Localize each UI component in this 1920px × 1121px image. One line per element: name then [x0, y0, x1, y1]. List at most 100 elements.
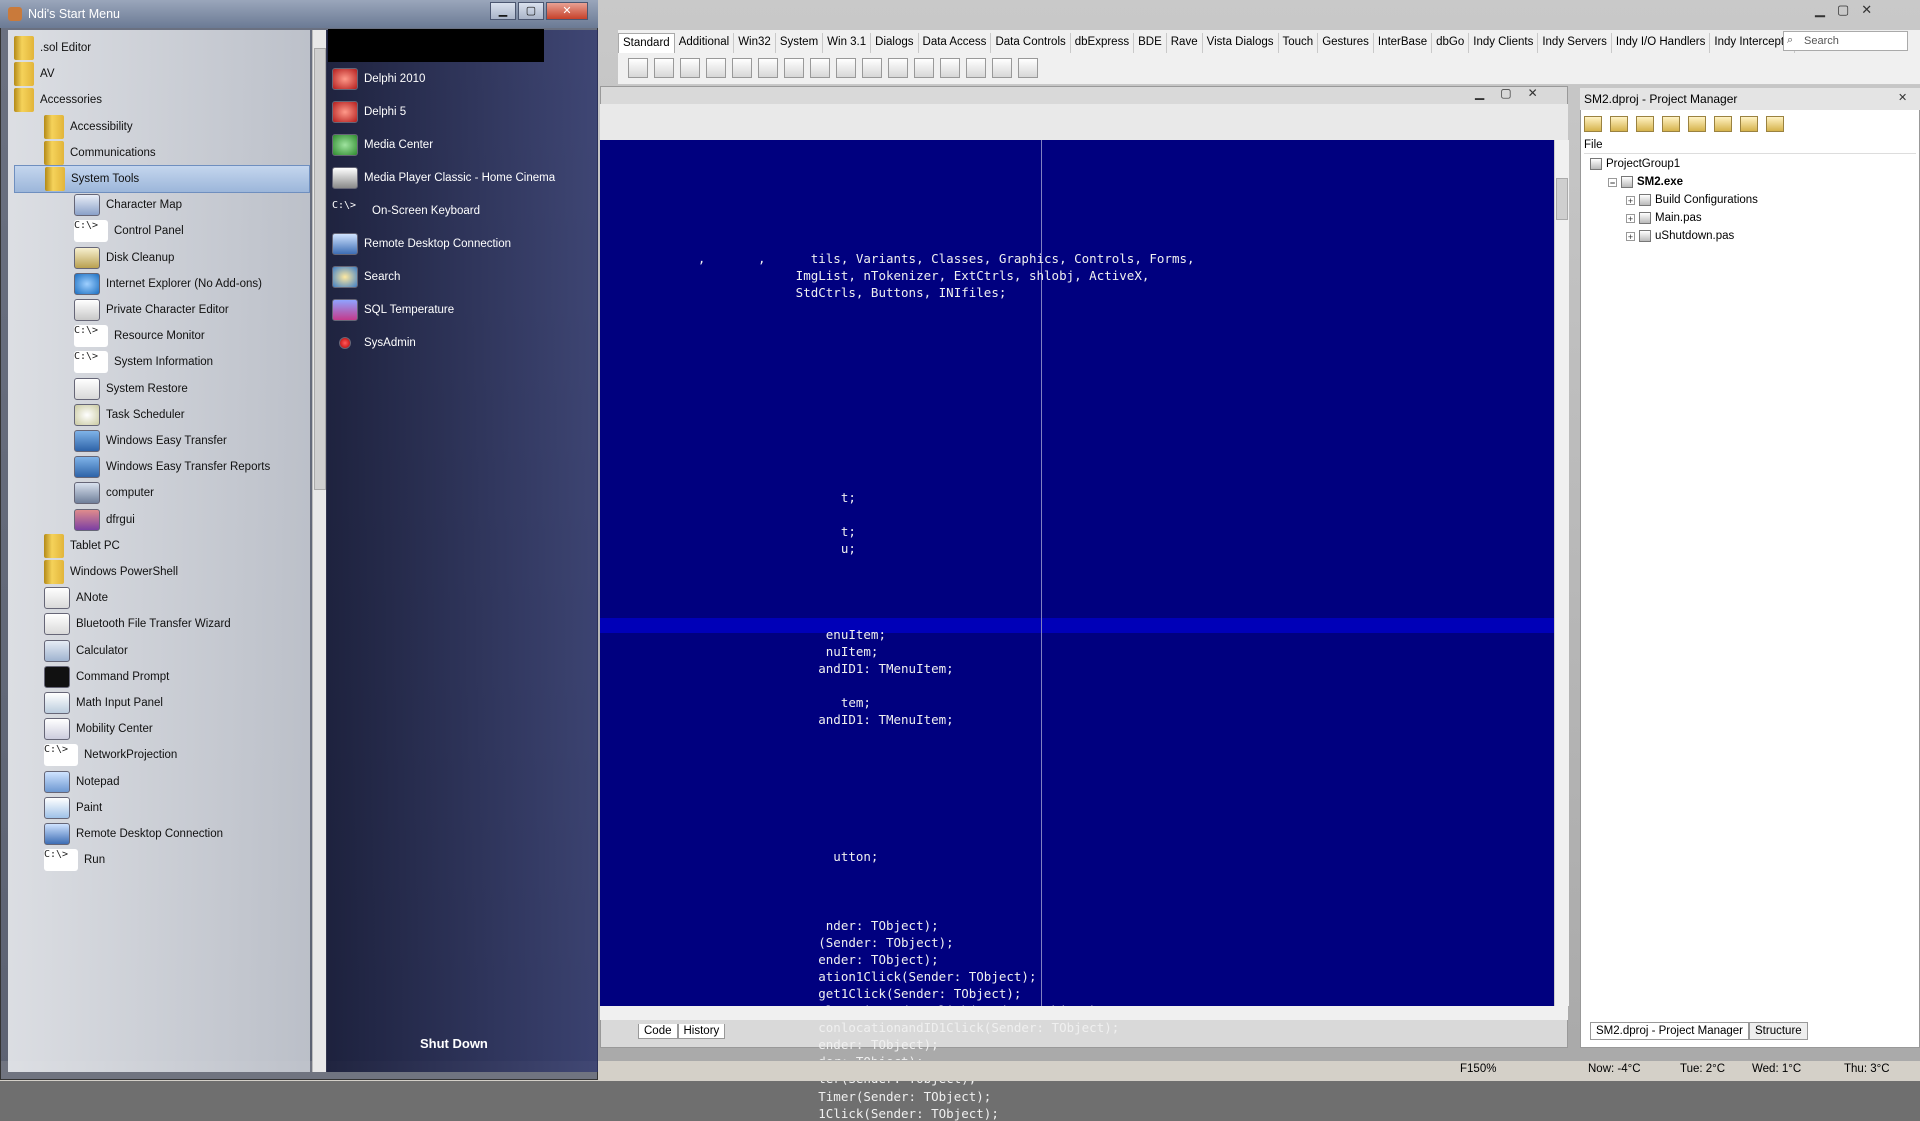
- program-item[interactable]: ANote: [44, 584, 108, 612]
- palette-tab[interactable]: System: [776, 33, 824, 53]
- program-item[interactable]: Bluetooth File Transfer Wizard: [44, 610, 231, 638]
- program-item[interactable]: Paint: [44, 794, 102, 822]
- program-item[interactable]: Remote Desktop Connection: [44, 820, 223, 848]
- maximize-icon[interactable]: ▢: [1837, 2, 1849, 18]
- program-item[interactable]: computer: [74, 479, 154, 507]
- component-icon[interactable]: [992, 58, 1012, 78]
- pinned-program-item[interactable]: SQL Temperature: [332, 297, 454, 323]
- expand-icon[interactable]: +: [1626, 231, 1635, 241]
- program-item[interactable]: Disk Cleanup: [74, 244, 174, 272]
- shut-down-button[interactable]: Shut Down: [420, 1036, 488, 1051]
- maximize-button[interactable]: ▢: [518, 2, 544, 20]
- pinned-program-item[interactable]: Media Player Classic - Home Cinema: [332, 165, 555, 191]
- program-item[interactable]: Math Input Panel: [44, 689, 163, 717]
- palette-tab[interactable]: dbGo: [1432, 33, 1470, 53]
- program-item[interactable]: Private Character Editor: [74, 296, 229, 324]
- palette-search-input[interactable]: Search: [1783, 31, 1908, 51]
- program-item[interactable]: Notepad: [44, 768, 119, 796]
- program-item[interactable]: System Restore: [74, 375, 188, 403]
- palette-tab[interactable]: Standard: [618, 33, 675, 53]
- ide-window-controls[interactable]: ▁ ▢ ✕: [1815, 2, 1872, 18]
- palette-tab[interactable]: Vista Dialogs: [1203, 33, 1279, 53]
- program-item[interactable]: Character Map: [74, 191, 182, 219]
- tree-node[interactable]: + uShutdown.pas: [1626, 230, 1734, 242]
- component-icon[interactable]: [680, 58, 700, 78]
- palette-tab[interactable]: Additional: [675, 33, 735, 53]
- program-item[interactable]: C:\> NetworkProjection: [44, 741, 177, 769]
- pinned-program-item[interactable]: SysAdmin: [332, 330, 416, 356]
- expand-icon[interactable]: −: [1608, 177, 1617, 187]
- tree-node[interactable]: − SM2.exe: [1608, 176, 1683, 188]
- editor-tab-code[interactable]: Code: [638, 1024, 678, 1039]
- program-item[interactable]: Windows PowerShell: [44, 558, 178, 586]
- remove-icon[interactable]: [1636, 116, 1654, 132]
- program-item[interactable]: Calculator: [44, 637, 128, 665]
- close-icon[interactable]: ✕: [1861, 2, 1872, 18]
- collapse-icon[interactable]: [1740, 116, 1758, 132]
- palette-tab[interactable]: Indy Clients: [1469, 33, 1539, 53]
- tree-node[interactable]: + Main.pas: [1626, 212, 1702, 224]
- palette-tab[interactable]: Data Access: [919, 33, 992, 53]
- palette-tab[interactable]: Touch: [1279, 33, 1319, 53]
- palette-tab[interactable]: InterBase: [1374, 33, 1433, 53]
- program-item[interactable]: Accessibility: [44, 113, 133, 141]
- component-icon[interactable]: [784, 58, 804, 78]
- palette-tab[interactable]: Dialogs: [871, 33, 919, 53]
- component-icon[interactable]: [914, 58, 934, 78]
- program-item[interactable]: Command Prompt: [44, 663, 169, 691]
- program-item[interactable]: C:\> System Information: [74, 348, 213, 376]
- program-item[interactable]: Windows Easy Transfer Reports: [74, 453, 270, 481]
- pinned-program-item[interactable]: Delphi 5: [332, 99, 406, 125]
- editor-vertical-scrollbar[interactable]: [1554, 140, 1569, 1006]
- minimize-icon[interactable]: ▁: [1475, 86, 1484, 100]
- pinned-program-item[interactable]: Remote Desktop Connection: [332, 231, 511, 257]
- component-icon[interactable]: [888, 58, 908, 78]
- close-icon[interactable]: ✕: [1528, 86, 1538, 100]
- component-icon[interactable]: [654, 58, 674, 78]
- palette-tab[interactable]: Data Controls: [991, 33, 1071, 53]
- pinned-program-item[interactable]: Media Center: [332, 132, 433, 158]
- component-icon[interactable]: [628, 58, 648, 78]
- palette-tab[interactable]: Indy I/O Handlers: [1612, 33, 1711, 53]
- program-item[interactable]: C:\> Run: [44, 846, 105, 874]
- palette-tab[interactable]: Win 3.1: [823, 33, 872, 53]
- palette-tab[interactable]: BDE: [1134, 33, 1167, 53]
- component-icon[interactable]: [836, 58, 856, 78]
- program-item[interactable]: Windows Easy Transfer: [74, 427, 227, 455]
- palette-tab[interactable]: dbExpress: [1071, 33, 1135, 53]
- expand-icon[interactable]: +: [1626, 195, 1635, 205]
- view-icon[interactable]: [1766, 116, 1784, 132]
- expand-icon[interactable]: [1714, 116, 1732, 132]
- program-item[interactable]: Communications: [44, 139, 156, 167]
- palette-tab[interactable]: Win32: [734, 33, 776, 53]
- component-icon[interactable]: [706, 58, 726, 78]
- program-item[interactable]: Mobility Center: [44, 715, 153, 743]
- build-icon[interactable]: [1662, 116, 1680, 132]
- editor-tab-history[interactable]: History: [677, 1024, 726, 1039]
- program-item[interactable]: C:\> Control Panel: [74, 217, 184, 245]
- minimize-button[interactable]: ▁: [490, 2, 516, 20]
- component-icon[interactable]: [862, 58, 882, 78]
- pinned-program-item[interactable]: Delphi 2010: [332, 66, 425, 92]
- new-icon[interactable]: [1584, 116, 1602, 132]
- pinned-program-item[interactable]: C:\> On-Screen Keyboard: [332, 198, 480, 224]
- palette-tab[interactable]: Gestures: [1318, 33, 1374, 53]
- component-icon[interactable]: [758, 58, 778, 78]
- program-item[interactable]: dfrgui: [74, 506, 135, 534]
- component-icon[interactable]: [966, 58, 986, 78]
- program-item[interactable]: Internet Explorer (No Add-ons): [74, 270, 262, 298]
- program-item[interactable]: Tablet PC: [44, 532, 120, 560]
- program-item[interactable]: AV: [14, 60, 55, 88]
- component-icon[interactable]: [810, 58, 830, 78]
- expand-icon[interactable]: +: [1626, 213, 1635, 223]
- component-icon[interactable]: [1018, 58, 1038, 78]
- close-icon[interactable]: ✕: [1898, 91, 1907, 104]
- minimize-icon[interactable]: ▁: [1815, 2, 1825, 18]
- editor-horizontal-scrollbar[interactable]: [600, 1006, 1568, 1020]
- program-item[interactable]: System Tools: [14, 165, 310, 193]
- palette-tab[interactable]: Rave: [1167, 33, 1203, 53]
- sync-icon[interactable]: [1688, 116, 1706, 132]
- editor-scroll-thumb[interactable]: [1556, 178, 1568, 220]
- palette-tab[interactable]: Indy Servers: [1538, 33, 1612, 53]
- component-icon[interactable]: [940, 58, 960, 78]
